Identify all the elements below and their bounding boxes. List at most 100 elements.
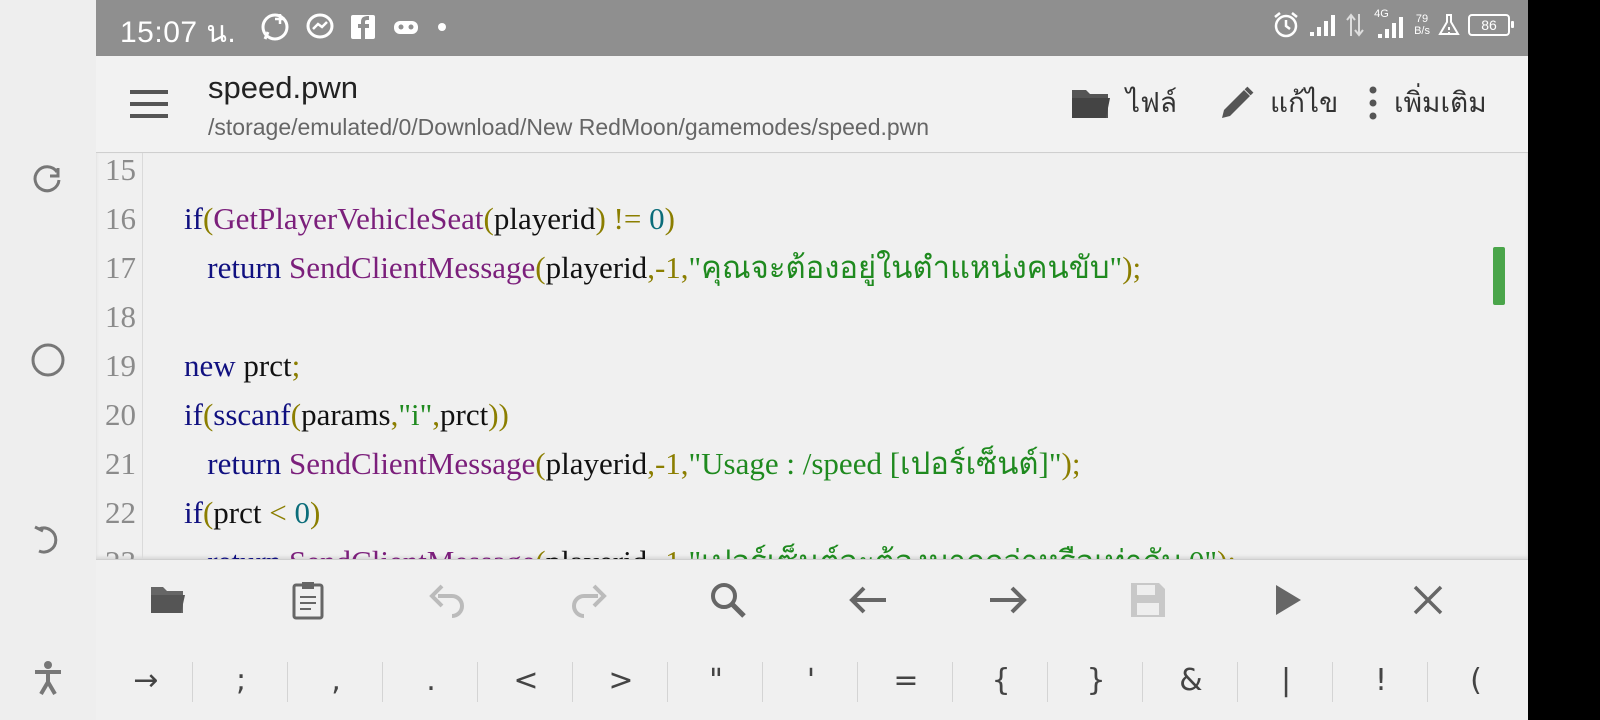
line-number: 19	[105, 348, 136, 383]
code-token: ,-1,	[647, 250, 689, 285]
code-token: )	[664, 201, 675, 236]
edit-menu-label: แก้ไข	[1270, 87, 1339, 118]
code-text: new prct;	[184, 341, 300, 390]
code-token: ,	[432, 397, 441, 432]
code-text: if(GetPlayerVehicleSeat(playerid) != 0)	[184, 194, 675, 243]
status-time: 15:07 น.	[120, 16, 237, 49]
run-button[interactable]	[1266, 578, 1310, 622]
code-token: );	[1122, 250, 1142, 285]
messenger-icon	[306, 13, 334, 39]
edit-menu-button[interactable]: แก้ไข	[1218, 80, 1338, 126]
scroll-position-marker[interactable]	[1493, 247, 1505, 305]
whatsapp-icon	[261, 13, 289, 41]
code-token: (	[483, 201, 494, 236]
symbol-key[interactable]: {	[953, 652, 1049, 708]
code-token: (	[202, 495, 214, 530]
undo-icon	[429, 584, 464, 618]
code-line[interactable]: 17 return SendClientMessage(playerid,-1,…	[96, 243, 1528, 292]
arrow-left-icon	[849, 586, 886, 614]
code-token: playerid	[493, 201, 596, 236]
accessibility-icon[interactable]	[28, 658, 68, 698]
code-token: ) !=	[595, 201, 650, 236]
code-line[interactable]: 20 if(sscanf(params,"i",prct))	[96, 390, 1528, 439]
battery-level: 86	[1481, 17, 1497, 33]
line-number: 17	[105, 250, 136, 285]
code-line[interactable]: 18	[96, 292, 1528, 341]
code-token: );	[1061, 446, 1081, 481]
symbol-key[interactable]: &	[1143, 652, 1239, 708]
code-token: );	[1217, 544, 1236, 559]
symbol-key[interactable]: =	[858, 652, 954, 708]
symbol-key[interactable]: ,	[288, 652, 384, 708]
paste-button[interactable]	[286, 578, 330, 622]
forward-arrow-button[interactable]	[986, 578, 1030, 622]
code-line[interactable]: 21 return SendClientMessage(playerid,-1,…	[96, 439, 1528, 488]
line-number: 15	[105, 153, 136, 187]
symbol-key[interactable]: .	[383, 652, 479, 708]
open-folder-button[interactable]	[146, 578, 190, 622]
code-text: if(prct < 0)	[184, 488, 320, 537]
symbol-key[interactable]: →	[98, 652, 194, 708]
symbol-key[interactable]: >	[573, 652, 669, 708]
code-token: SendClientMessage	[289, 250, 536, 285]
code-line[interactable]: 19 new prct;	[96, 341, 1528, 390]
code-token: "คุณจะต้องอยู่ในตำแหน่งคนขับ"	[688, 250, 1123, 285]
code-token: (	[535, 250, 546, 285]
home-icon[interactable]	[28, 340, 68, 380]
redo-button[interactable]	[566, 578, 610, 622]
symbol-key[interactable]: }	[1048, 652, 1144, 708]
code-token: "i"	[398, 397, 433, 432]
code-line[interactable]: 22 if(prct < 0)	[96, 488, 1528, 537]
code-token: if	[184, 201, 203, 236]
dot-icon	[438, 23, 446, 31]
code-text: return SendClientMessage(playerid,-1,"Us…	[184, 439, 1080, 488]
code-text: return SendClientMessage(playerid,-1,"เป…	[184, 537, 1236, 559]
symbol-key[interactable]: !	[1333, 652, 1429, 708]
symbol-key[interactable]: '	[763, 652, 859, 708]
symbol-key[interactable]: ;	[193, 652, 289, 708]
back-arrow-button[interactable]	[846, 578, 890, 622]
net-speed-unit: B/s	[1414, 25, 1430, 37]
line-number: 18	[105, 299, 136, 334]
symbol-key[interactable]: <	[478, 652, 574, 708]
symbol-key[interactable]: "	[668, 652, 764, 708]
code-line[interactable]: 16 if(GetPlayerVehicleSeat(playerid) != 0…	[96, 194, 1528, 243]
more-menu-button[interactable]: เพิ่มเติม	[1366, 80, 1487, 126]
status-bar: 15:07 น. 4G 79 B/s 86	[96, 0, 1528, 56]
symbol-key[interactable]: (	[1428, 652, 1524, 708]
close-button[interactable]	[1406, 578, 1450, 622]
hamburger-menu-icon[interactable]	[128, 84, 170, 124]
code-token: (	[202, 201, 214, 236]
save-button[interactable]	[1126, 578, 1170, 622]
line-number: 16	[105, 201, 136, 236]
code-text: if(sscanf(params,"i",prct))	[184, 390, 509, 439]
search-icon	[711, 583, 746, 618]
code-token: prct	[440, 397, 489, 432]
file-menu-button[interactable]: ไฟล์	[1070, 80, 1177, 126]
code-token: params	[301, 397, 391, 432]
net-speed-value: 79	[1415, 13, 1429, 25]
status-indicators: 4G 79 B/s 86	[1272, 8, 1514, 40]
more-menu-label: เพิ่มเติม	[1394, 87, 1487, 118]
left-navigation-rail	[0, 0, 96, 720]
symbol-key[interactable]: |	[1238, 652, 1334, 708]
rotate-icon[interactable]	[28, 160, 68, 200]
code-line[interactable]: 15	[96, 153, 1528, 194]
code-token: sscanf	[213, 397, 291, 432]
save-icon	[1131, 583, 1165, 617]
code-token: "Usage : /speed [เปอร์เซ็นต์]"	[688, 446, 1062, 481]
code-token: playerid	[546, 544, 648, 559]
network-4g: 4G	[1372, 8, 1406, 40]
clipboard-icon	[292, 582, 324, 620]
back-icon[interactable]	[28, 520, 68, 560]
code-token: playerid	[545, 446, 648, 481]
folder-icon	[1072, 90, 1110, 118]
pencil-icon	[1222, 86, 1254, 118]
code-token: GetPlayerVehicleSeat	[213, 201, 484, 236]
search-button[interactable]	[706, 578, 750, 622]
code-line[interactable]: 23 return SendClientMessage(playerid,-1,…	[96, 537, 1528, 559]
code-editor[interactable]: 15 16 if(GetPlayerVehicleSeat(playerid) !=…	[96, 153, 1528, 560]
undo-button[interactable]	[426, 578, 470, 622]
